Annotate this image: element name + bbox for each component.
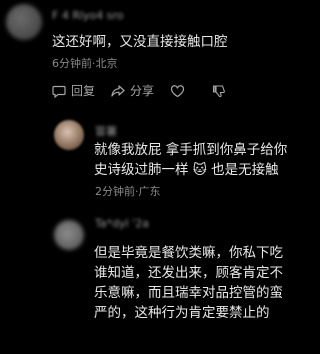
dislike-button[interactable] <box>212 84 231 98</box>
like-button[interactable] <box>170 84 190 98</box>
comment-location: 北京 <box>95 57 118 70</box>
avatar[interactable] <box>54 220 84 250</box>
reply-button[interactable]: 回复 <box>52 82 95 99</box>
comment-location: 广东 <box>138 185 161 198</box>
comment-text: 这还好啊，又没直接接触口腔 <box>52 34 228 50</box>
comment-time: 6分钟前 <box>52 57 92 70</box>
share-label: 分享 <box>130 84 155 98</box>
comment-item: F 4 Rlyo4 sro 这还好啊，又没直接接触口腔 6分钟前·北京 回复 分… <box>0 0 300 110</box>
comment-text: 但是毕竟是餐饮类嘛，你私下吃谁知道，还发出来，顾客肯定不乐意嘛，而且瑞幸对品控管… <box>94 245 283 321</box>
share-icon <box>111 84 125 97</box>
heart-icon <box>170 84 185 97</box>
thumbs-down-icon <box>212 84 225 97</box>
avatar[interactable] <box>54 120 84 150</box>
share-button[interactable]: 分享 <box>111 82 154 99</box>
comment-username[interactable]: F 4 Rlyo4 sro <box>52 9 124 22</box>
avatar[interactable] <box>6 4 42 40</box>
reply-icon <box>52 85 66 98</box>
comment-username[interactable]: Ta*dyl '2a <box>95 217 149 230</box>
reply-item: 冒薯 就像我放屁 拿手抓到你鼻子给你史诗级过肺一样 🐱 也是无接触 2分钟前·广… <box>0 110 300 198</box>
reply-label: 回复 <box>71 84 96 98</box>
comment-meta: 6分钟前·北京 <box>52 57 118 70</box>
comment-time: 2分钟前 <box>95 185 135 198</box>
comment-text: 就像我放屁 拿手抓到你鼻子给你史诗级过肺一样 🐱 也是无接触 <box>94 142 288 178</box>
comment-username[interactable]: 冒薯 <box>95 123 117 139</box>
comment-meta: 2分钟前·广东 <box>95 185 161 198</box>
reply-item: Ta*dyl '2a 但是毕竟是餐饮类嘛，你私下吃谁知道，还发出来，顾客肯定不乐… <box>0 205 300 354</box>
comment-actions: 回复 分享 <box>52 82 247 99</box>
